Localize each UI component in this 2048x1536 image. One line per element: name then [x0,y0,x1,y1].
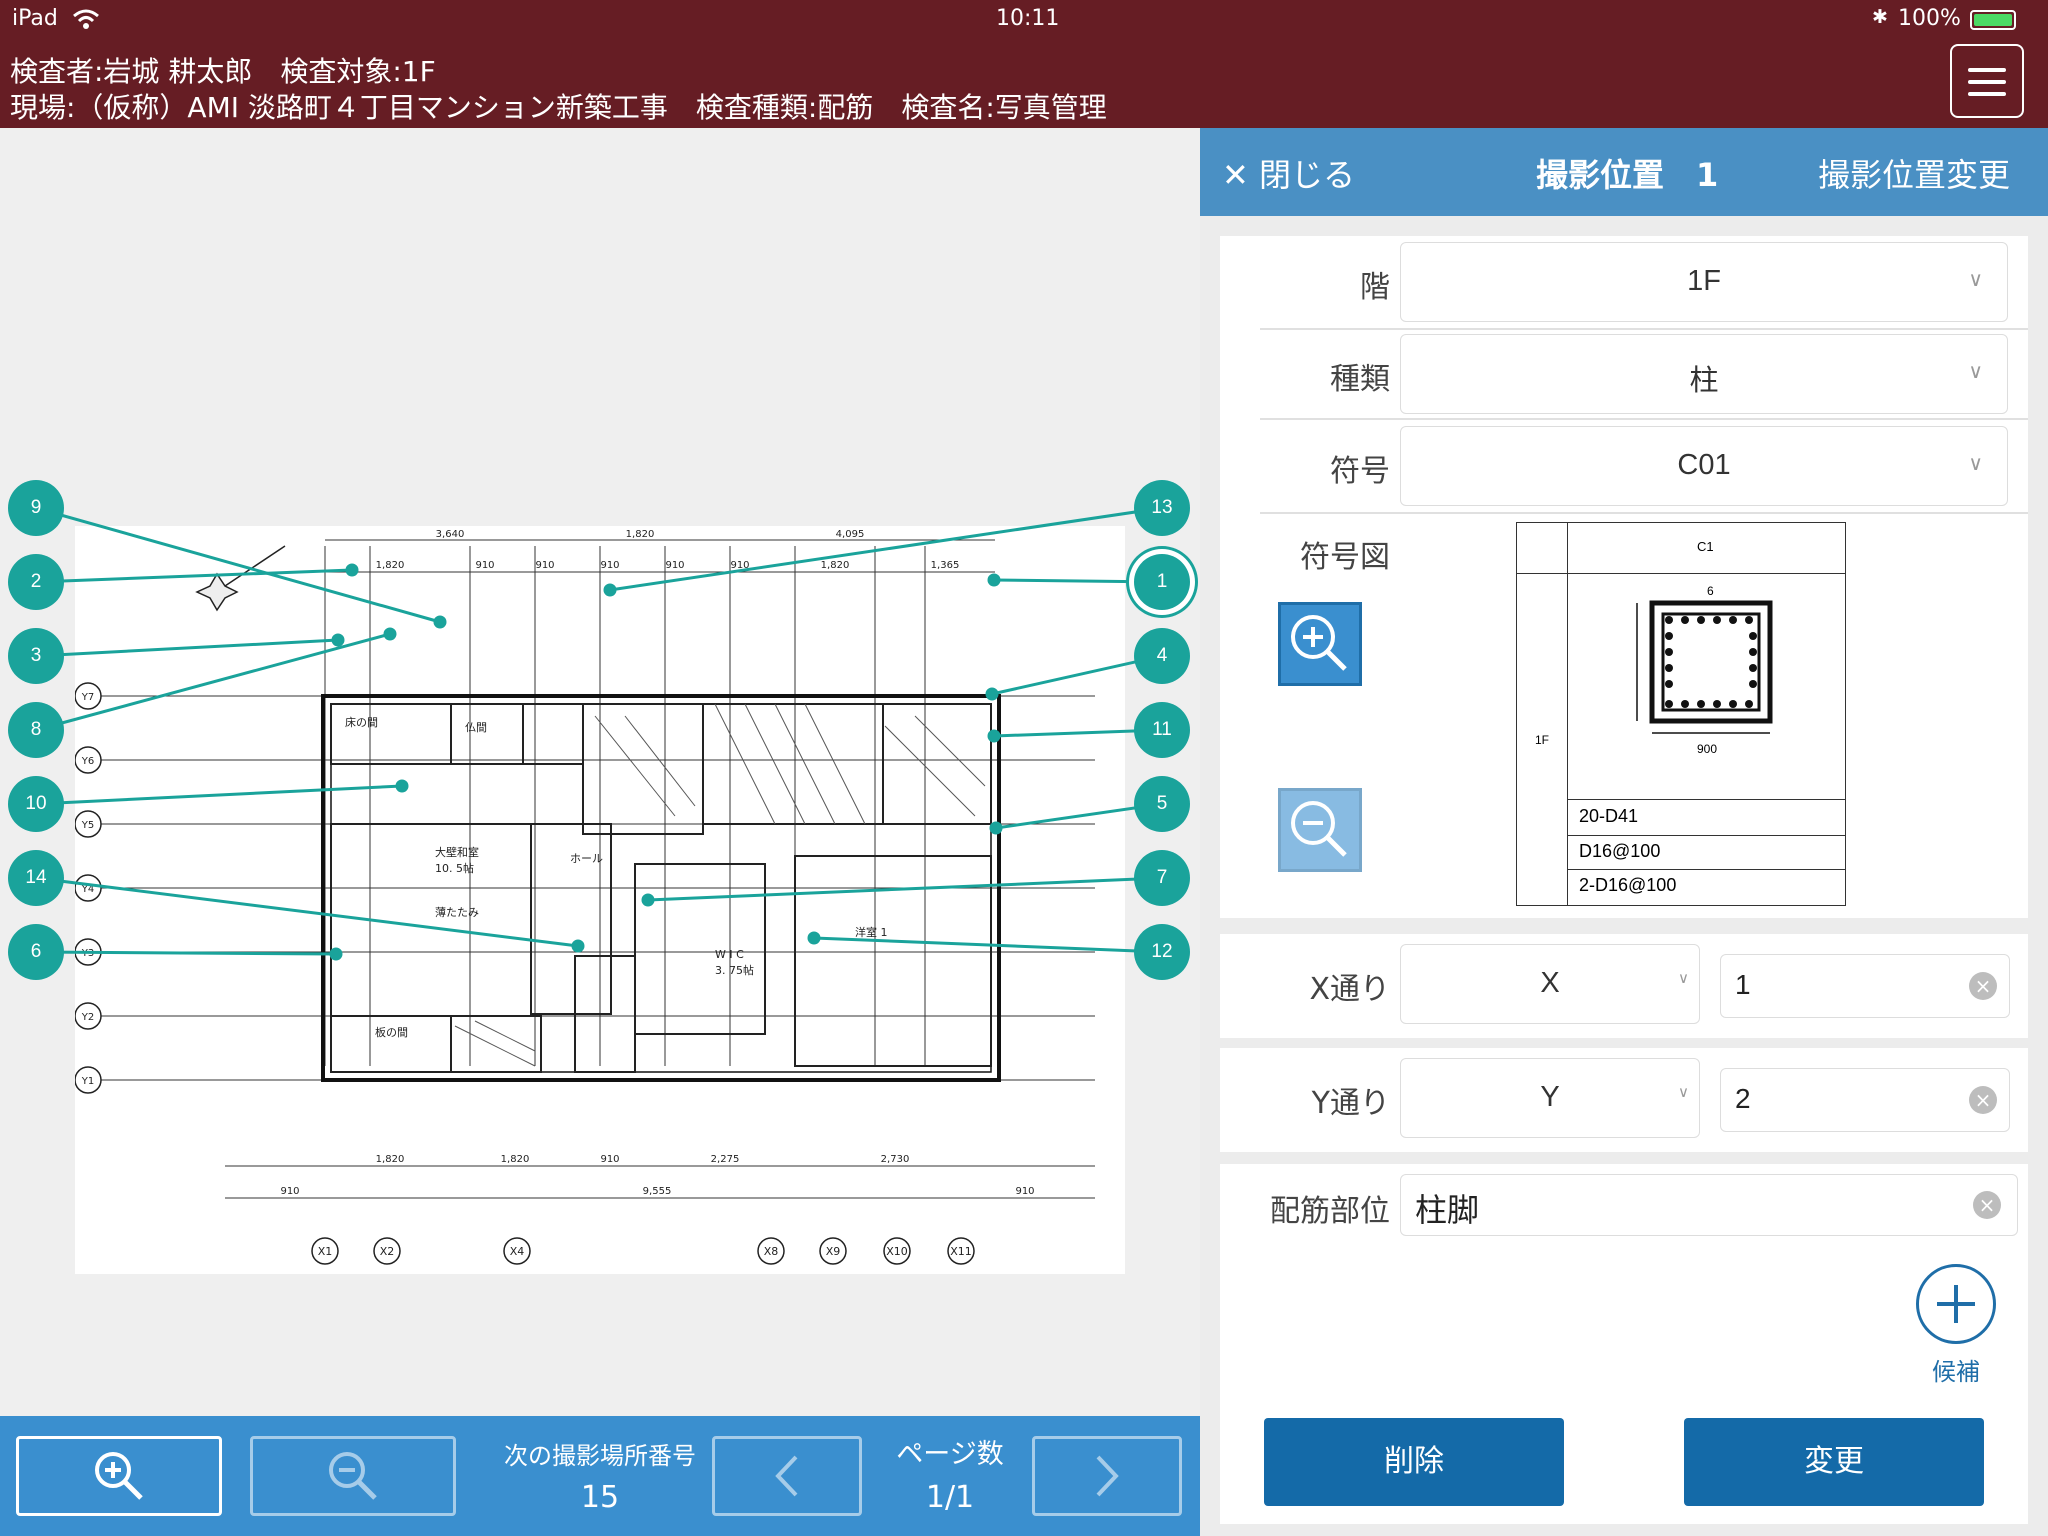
code-figure-label: 符号図 [1300,540,1390,575]
page-count-label: ページ数 [896,1439,1004,1470]
battery-percent: 100% [1898,6,1961,31]
figure-code: C1 [1697,539,1714,554]
change-position-button[interactable]: 撮影位置変更 [1818,150,2010,196]
figure-floor: 1F [1535,733,1550,747]
photo-marker-6[interactable]: 6 [8,924,64,980]
device-label: iPad [12,6,58,31]
floor-select[interactable]: 1F ∨ [1400,242,2008,322]
photo-marker-4[interactable]: 4 [1134,628,1190,684]
zoom-out-icon [329,1452,377,1500]
close-icon: ✕ [1222,156,1249,194]
clear-icon[interactable]: × [1969,972,1997,1000]
page-count-value: 1/1 [925,1480,975,1515]
wifi-icon [73,9,99,29]
rebar-part-value: 柱脚 [1415,1192,1480,1228]
menu-button[interactable] [1950,44,2024,118]
x-axis-number: 1 [1735,969,1751,1000]
add-candidate-button[interactable] [1916,1264,1996,1344]
photo-marker-2[interactable]: 2 [8,554,64,610]
code-label: 符号 [1330,454,1390,489]
floor-label: 階 [1360,270,1390,305]
chevron-down-icon: ∨ [1968,451,1983,475]
column-section-drawing: 6 900 [1636,584,1773,756]
inspection-info-line2: 現場:（仮称）AMI 淡路町４丁目マンション新築工事 検査種類:配筋 検査名:写… [10,91,1107,124]
photo-marker-11[interactable]: 11 [1134,702,1190,758]
chevron-left-icon [775,1455,798,1497]
svg-text:900: 900 [1697,742,1717,756]
column-section-figure: C1 1F 6 900 20-D41 D16@100 2-D16@100 [1516,522,1846,906]
x-axis-label: X通り [1309,972,1390,1007]
clear-icon[interactable]: × [1973,1191,2001,1219]
close-button[interactable]: ✕ 閉じる [1222,150,1355,196]
panel-title: 撮影位置 1 [1536,156,1719,194]
chevron-down-icon: ∨ [1678,1083,1689,1101]
zoom-out-button[interactable] [250,1436,456,1516]
svg-text:6: 6 [1707,584,1714,598]
zoom-in-button[interactable] [16,1436,222,1516]
photo-marker-7[interactable]: 7 [1134,850,1190,906]
next-shot-label: 次の撮影場所番号 [504,1442,696,1470]
update-button[interactable]: 変更 [1684,1418,1984,1506]
chevron-down-icon: ∨ [1678,969,1689,987]
x-axis-number-input[interactable]: 1 × [1720,954,2010,1018]
prev-page-button[interactable] [712,1436,862,1516]
next-shot-number: 15 [580,1480,620,1515]
photo-marker-5[interactable]: 5 [1134,776,1190,832]
rebar-part-label: 配筋部位 [1270,1194,1390,1229]
plus-icon [1937,1285,1975,1323]
divider [1260,418,2028,420]
app-header: iPad 10:11 ✱ 100% 検査者:岩城 耕太郎 検査対象:1F 現場:… [0,0,2048,128]
photo-marker-9[interactable]: 9 [8,480,64,536]
photo-position-panel: ✕ 閉じる 撮影位置 1 撮影位置変更 階 1F ∨ 種類 柱 ∨ 符号 C01… [1200,128,2048,1536]
figure-main-rebar: 20-D41 [1579,806,1639,826]
code-select[interactable]: C01 ∨ [1400,426,2008,506]
type-label: 種類 [1330,362,1390,397]
photo-marker-1[interactable]: 1 [1134,554,1190,610]
close-label: 閉じる [1258,156,1355,194]
figure-hoop: D16@100 [1579,841,1661,861]
zoom-out-icon [1291,801,1347,857]
y-axis-prefix: Y [1540,1081,1560,1113]
panel-header: ✕ 閉じる 撮影位置 1 撮影位置変更 [1200,128,2048,216]
photo-marker-13[interactable]: 13 [1134,480,1190,536]
chevron-right-icon [1096,1455,1119,1497]
figure-zoom-out-button[interactable] [1278,788,1362,872]
clear-icon[interactable]: × [1969,1086,1997,1114]
photo-marker-12[interactable]: 12 [1134,924,1190,980]
chevron-down-icon: ∨ [1968,359,1983,383]
floor-value: 1F [1687,265,1721,297]
type-select[interactable]: 柱 ∨ [1400,334,2008,414]
y-axis-number-input[interactable]: 2 × [1720,1068,2010,1132]
clock: 10:11 [996,6,1060,31]
marker-leader-lines [35,506,1163,961]
photo-marker-8[interactable]: 8 [8,702,64,758]
zoom-in-icon [95,1452,143,1500]
x-axis-prefix-select[interactable]: X ∨ [1400,944,1700,1024]
zoom-in-icon [1291,615,1347,671]
figure-zoom-in-button[interactable] [1278,602,1362,686]
next-page-button[interactable] [1032,1436,1182,1516]
x-axis-prefix: X [1540,967,1560,999]
photo-marker-14[interactable]: 14 [8,850,64,906]
battery-icon [1970,10,2016,30]
y-axis-number: 2 [1735,1083,1751,1114]
inspection-info-line1: 検査者:岩城 耕太郎 検査対象:1F [10,55,436,88]
candidate-label[interactable]: 候補 [1916,1352,1996,1387]
divider [1260,512,2028,514]
type-value: 柱 [1689,365,1719,397]
photo-marker-3[interactable]: 3 [8,628,64,684]
rebar-part-input[interactable]: 柱脚 × [1400,1174,2018,1236]
y-axis-label: Y通り [1311,1086,1390,1121]
drawing-viewer[interactable]: 床の間 仏間 大壁和室 10. 5帖 薄たたみ ホール W I C 3. 75帖 洋室 … [0,128,1200,1416]
bluetooth-icon: ✱ [1872,6,1888,28]
divider [1260,328,2028,330]
y-axis-prefix-select[interactable]: Y ∨ [1400,1058,1700,1138]
code-value: C01 [1677,449,1731,481]
delete-button[interactable]: 削除 [1264,1418,1564,1506]
chevron-down-icon: ∨ [1968,267,1983,291]
photo-marker-10[interactable]: 10 [8,776,64,832]
figure-sub-hoop: 2-D16@100 [1579,875,1677,895]
bottom-toolbar: 次の撮影場所番号 15 ページ数 1/1 [0,1416,1200,1536]
